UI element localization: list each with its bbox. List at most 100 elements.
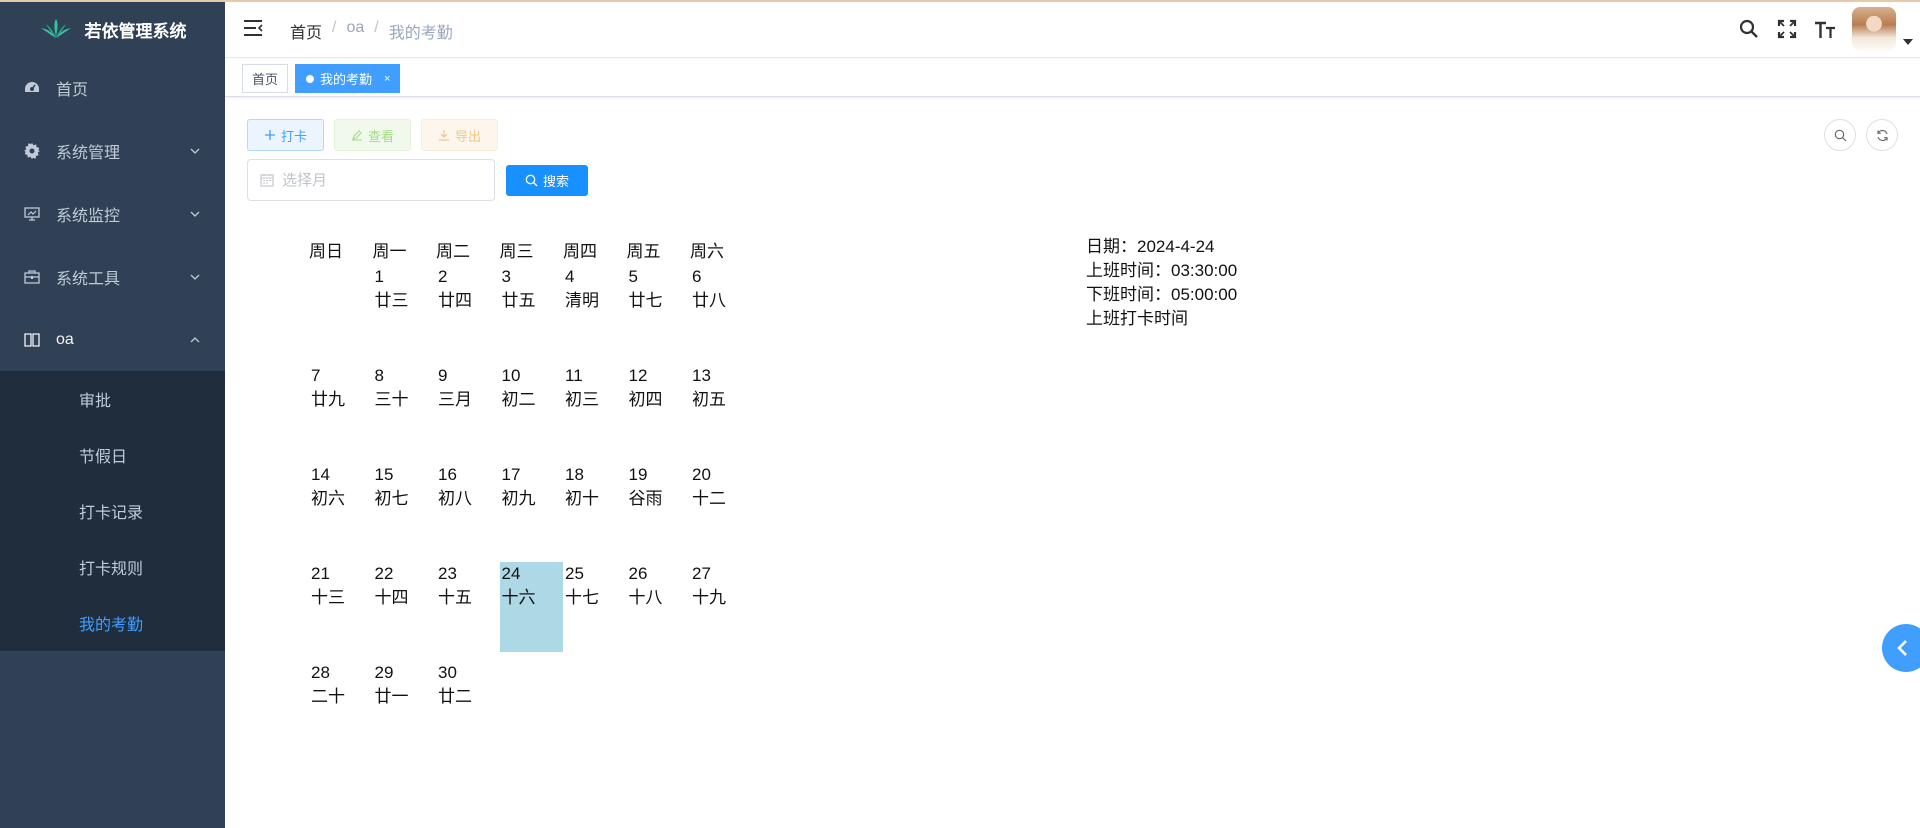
calendar-grid: 1 廿三 2 廿四 3 廿五 4 清明 5 廿七 6 廿八 7 廿九 8 三十 9 三月 10 初二 11 初三 12 初四 1…: [309, 265, 754, 760]
menu-item-tool[interactable]: 系统工具: [0, 245, 225, 308]
calendar-day-cell[interactable]: 13 初五: [690, 364, 754, 454]
settings-drawer-tab[interactable]: [1882, 624, 1920, 672]
calendar-day-cell[interactable]: 7 廿九: [309, 364, 373, 454]
dashboard-icon: [22, 78, 42, 98]
month-picker[interactable]: [247, 159, 495, 201]
lunar-day: 初二: [501, 390, 536, 409]
day-number: 26: [628, 564, 648, 583]
calendar-day-cell[interactable]: 26 十八: [627, 562, 691, 652]
calendar-day-cell[interactable]: 5 廿七: [627, 265, 691, 355]
submenu-item-my-attendance[interactable]: 我的考勤: [0, 595, 225, 651]
calendar-day-cell[interactable]: 8 三十: [373, 364, 437, 454]
tags-view: 首页 我的考勤 ×: [225, 59, 1920, 97]
menu-label-tool: 系统工具: [56, 270, 121, 288]
submenu-item-holiday[interactable]: 节假日: [0, 427, 225, 483]
day-number: 19: [628, 465, 648, 484]
calendar-day-cell[interactable]: 3 廿五: [500, 265, 564, 355]
lunar-day: 廿四: [438, 291, 472, 310]
month-input[interactable]: [282, 171, 472, 189]
menu-item-monitor[interactable]: 系统监控: [0, 182, 225, 245]
day-number: 12: [628, 366, 648, 385]
calendar-day-cell[interactable]: 14 初六: [309, 463, 373, 553]
menu-item-oa[interactable]: oa: [0, 308, 225, 371]
hamburger-icon[interactable]: [243, 19, 263, 37]
calendar-day-cell[interactable]: 9 三月: [436, 364, 500, 454]
monitor-icon: [22, 204, 42, 224]
menu-item-home[interactable]: 首页: [0, 56, 225, 119]
view-button[interactable]: 查看: [334, 119, 412, 151]
fullscreen-icon[interactable]: [1768, 10, 1806, 48]
clock-in-button[interactable]: 打卡: [247, 119, 325, 151]
search-icon: [525, 174, 538, 187]
avatar[interactable]: [1852, 7, 1896, 51]
menu-label-system: 系统管理: [56, 144, 121, 162]
logo[interactable]: 若依管理系统: [0, 0, 225, 56]
calendar-day-cell[interactable]: 4 清明: [563, 265, 627, 355]
export-button[interactable]: 导出: [421, 119, 499, 151]
calendar-day-cell[interactable]: 27 十九: [690, 562, 754, 652]
day-number: 9: [438, 366, 448, 385]
calendar-day-cell[interactable]: 6 廿八: [690, 265, 754, 355]
calendar-day-cell[interactable]: 10 初二: [500, 364, 564, 454]
submenu-item-clock-rule[interactable]: 打卡规则: [0, 539, 225, 595]
calendar-day-cell[interactable]: 21 十三: [309, 562, 373, 652]
day-number: 28: [311, 663, 330, 682]
weekday-label: 周五: [626, 242, 661, 261]
day-number: 21: [311, 564, 330, 583]
lunar-day: 廿三: [374, 291, 409, 310]
calendar-day-cell[interactable]: 22 十四: [373, 562, 437, 652]
chevron-left-icon: [1897, 640, 1907, 656]
calendar-day-cell[interactable]: 16 初八: [436, 463, 500, 553]
tag-active-label: 我的考勤: [320, 72, 373, 87]
lunar-day: 谷雨: [628, 489, 663, 508]
calendar-day-cell[interactable]: 23 十五: [436, 562, 500, 652]
calendar-day-cell[interactable]: 12 初四: [627, 364, 691, 454]
toggle-search-button[interactable]: [1824, 119, 1856, 151]
breadcrumb-oa: oa: [346, 19, 365, 36]
lunar-day: 廿九: [311, 390, 345, 409]
refresh-button[interactable]: [1866, 119, 1898, 151]
lunar-day: 廿八: [692, 291, 726, 310]
calendar-day-cell[interactable]: 30 廿二: [436, 661, 500, 751]
breadcrumb-home[interactable]: 首页: [290, 19, 322, 43]
menu-item-system[interactable]: 系统管理: [0, 119, 225, 182]
attendance-info: 日期：2024-4-24 上班时间：03:30:00 下班时间：05:00:00…: [1086, 235, 1237, 331]
caret-down-icon[interactable]: [1896, 9, 1920, 49]
tag-my-attendance[interactable]: 我的考勤 ×: [295, 64, 401, 93]
search-button[interactable]: 搜索: [506, 165, 588, 196]
day-number: 1: [374, 267, 384, 286]
calendar-day-cell[interactable]: 24 十六: [499, 562, 563, 652]
calendar-day-cell[interactable]: 28 二十: [309, 661, 373, 751]
logo-icon: [40, 19, 71, 38]
day-number: 2: [438, 267, 448, 286]
day-number: 18: [565, 465, 584, 484]
calendar-day-cell[interactable]: 18 初十: [563, 463, 627, 553]
calendar-day-cell[interactable]: 2 廿四: [436, 265, 500, 355]
font-size-icon[interactable]: [1806, 10, 1844, 48]
lunar-day: 十五: [438, 588, 472, 607]
edit-icon: [352, 130, 363, 141]
search-button-label: 搜索: [542, 174, 569, 189]
menu-label-monitor: 系统监控: [56, 207, 121, 225]
close-icon[interactable]: ×: [384, 73, 390, 85]
calendar-day-cell[interactable]: 11 初三: [563, 364, 627, 454]
calendar-day-cell[interactable]: 15 初七: [373, 463, 437, 553]
search-icon[interactable]: [1730, 10, 1768, 48]
sidebar: 若依管理系统 首页 系统管理 系统监控 系统工具 oa 审批 节假日 打卡记录 …: [0, 0, 225, 828]
calendar-day-cell[interactable]: 17 初九: [500, 463, 564, 553]
tag-home[interactable]: 首页: [242, 64, 289, 93]
calendar-day-cell[interactable]: 25 十七: [563, 562, 627, 652]
submenu-item-approval[interactable]: 审批: [0, 371, 225, 427]
lunar-day: 初十: [565, 489, 599, 508]
day-number: 27: [692, 564, 711, 583]
lunar-day: 十四: [374, 588, 409, 607]
submenu-item-clock-record[interactable]: 打卡记录: [0, 483, 225, 539]
calendar-empty-cell: [309, 265, 373, 355]
view-label: 查看: [368, 128, 395, 144]
calendar-day-cell[interactable]: 29 廿一: [373, 661, 437, 751]
chevron-up-icon: [190, 336, 200, 342]
lunar-day: 三月: [438, 390, 472, 409]
calendar-day-cell[interactable]: 1 廿三: [373, 265, 437, 355]
calendar-day-cell[interactable]: 20 十二: [690, 463, 754, 553]
calendar-day-cell[interactable]: 19 谷雨: [627, 463, 691, 553]
